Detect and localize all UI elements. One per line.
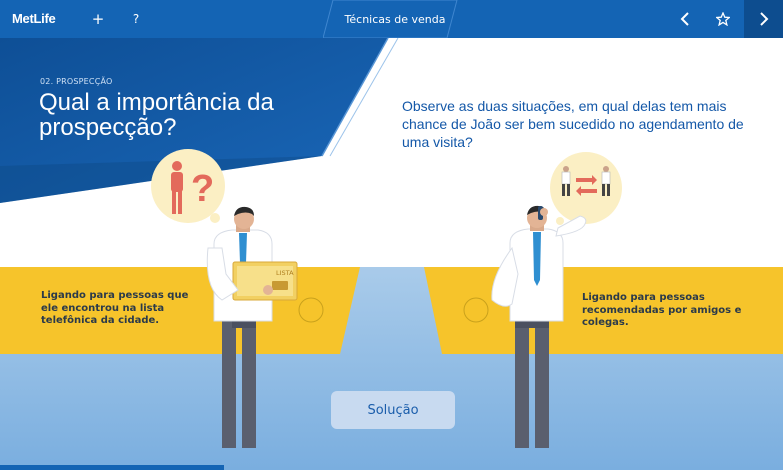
phonebook-list-label: LISTA xyxy=(276,269,294,277)
scene: ? LISTA 02. PROSPECÇÃO Qual a importânci… xyxy=(0,38,783,470)
course-title-tab: Técnicas de venda xyxy=(323,0,458,38)
chevron-right-icon xyxy=(759,12,768,26)
page-heading: Qual a importância da prospecção? xyxy=(39,89,274,141)
thought-bubble-right xyxy=(550,152,622,224)
prev-button[interactable] xyxy=(672,0,698,38)
metlife-logo: MetLife xyxy=(12,11,56,26)
question-text: Observe as duas situações, em qual delas… xyxy=(402,98,744,150)
add-button[interactable]: + xyxy=(86,0,110,38)
left-option-caption: Ligando para pessoas que ele encontrou n… xyxy=(41,290,189,326)
progress-indicator xyxy=(0,465,224,470)
help-button[interactable]: ? xyxy=(124,0,148,38)
star-outline-icon xyxy=(716,12,730,26)
next-button[interactable] xyxy=(744,0,783,38)
question-mark-icon: ? xyxy=(191,168,214,210)
chevron-left-icon xyxy=(680,12,689,26)
section-label: 02. PROSPECÇÃO xyxy=(40,77,113,86)
course-title: Técnicas de venda xyxy=(344,12,446,26)
top-bar: MetLife + ? Técnicas de venda xyxy=(0,0,783,38)
favorite-button[interactable] xyxy=(710,0,736,38)
solution-button[interactable]: Solução xyxy=(331,391,455,429)
right-option-caption: Ligando para pessoas recomendadas por am… xyxy=(582,292,742,328)
